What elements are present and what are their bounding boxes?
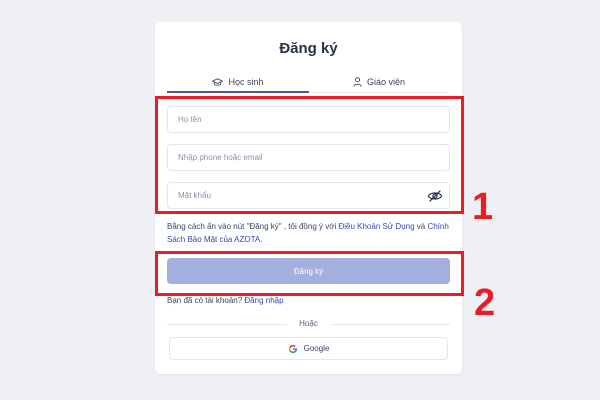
active-tab-indicator	[167, 91, 309, 93]
tab-student[interactable]: Học sinh	[167, 72, 309, 92]
google-signin-button[interactable]: Google	[169, 337, 448, 360]
terms-middle: và	[414, 222, 428, 231]
or-divider: Hoặc	[167, 318, 450, 330]
annotation-box-1	[155, 96, 464, 214]
terms-text: Bằng cách ấn vào nút "Đăng ký" , tôi đồn…	[167, 220, 457, 246]
graduation-cap-icon	[212, 77, 224, 85]
tab-student-label: Học sinh	[228, 77, 264, 87]
google-icon	[288, 344, 297, 353]
tab-divider	[309, 92, 449, 93]
divider-line-right	[330, 324, 450, 325]
login-prompt-text: Bạn đã có tài khoản?	[167, 296, 245, 305]
annotation-marker-2: 2	[474, 282, 496, 324]
tab-teacher-label: Giáo viên	[366, 77, 406, 87]
annotation-marker-1: 1	[472, 186, 494, 228]
google-label: Google	[303, 344, 330, 353]
user-icon	[353, 77, 362, 87]
page-title: Đăng ký	[279, 40, 338, 57]
terms-suffix: .	[260, 235, 263, 244]
login-prompt: Bạn đã có tài khoản? Đăng nhập	[167, 296, 284, 305]
terms-of-use-link[interactable]: Điều Khoản Sử Dụng	[338, 222, 414, 231]
terms-prefix: Bằng cách ấn vào nút "Đăng ký" , tôi đồn…	[167, 222, 339, 231]
login-link[interactable]: Đăng nhập	[244, 296, 283, 305]
register-button[interactable]: Đăng ký	[167, 258, 450, 284]
tab-teacher[interactable]: Giáo viên	[309, 72, 449, 92]
